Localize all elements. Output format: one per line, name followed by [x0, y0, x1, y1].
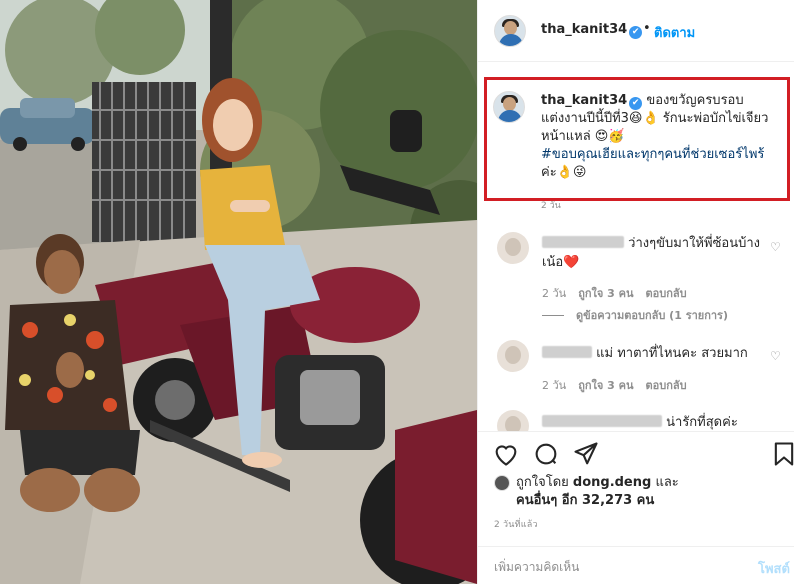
- post-side-panel: tha_kanit34 ✔ • ติดตาม tha_kanit34 ✔ ของขว…: [477, 0, 794, 584]
- caption-username[interactable]: tha_kanit34 ✔: [541, 93, 643, 110]
- post-comment-button[interactable]: โพสต์: [758, 558, 790, 579]
- comment-avatar[interactable]: [497, 340, 529, 372]
- comment-avatar[interactable]: [497, 232, 529, 264]
- post-caption: tha_kanit34 ✔ ของขวัญครบรอบแต่งงานปีนี้ปี…: [541, 92, 781, 182]
- caption-hashtag[interactable]: #ขอบคุณเฮียและทุกๆคนที่ช่วยเซอร์ไพร้: [541, 147, 764, 162]
- likes-count[interactable]: คนอื่นๆ อีก 32,273 คน: [516, 493, 654, 508]
- heart-outline-icon[interactable]: ♡: [770, 240, 781, 254]
- comment-likes[interactable]: ถูกใจ 3 คน: [578, 287, 633, 300]
- share-icon[interactable]: [572, 440, 600, 468]
- separator-dot: •: [643, 21, 651, 36]
- reply-button[interactable]: ตอบกลับ: [646, 287, 687, 300]
- reply-button[interactable]: ตอบกลับ: [646, 379, 687, 392]
- add-comment-bar: เพิ่มความคิดเห็น โพสต์: [478, 546, 794, 584]
- blurred-username: [542, 415, 662, 427]
- comment-input[interactable]: เพิ่มความคิดเห็น: [494, 558, 579, 577]
- instagram-post-view: tha_kanit34 ✔ • ติดตาม tha_kanit34 ✔ ของขว…: [0, 0, 794, 584]
- post-header: tha_kanit34 ✔ • ติดตาม: [478, 0, 794, 62]
- liker-avatar[interactable]: [494, 475, 510, 491]
- post-photo[interactable]: [0, 0, 477, 584]
- comment-text: น่ารักที่สุดค่ะ: [542, 413, 762, 432]
- photo-illustration: [0, 0, 477, 584]
- caption-time: 2 วัน: [541, 201, 561, 211]
- comment-meta: 2 วัน ถูกใจ 3 คน ตอบกลับ: [542, 287, 687, 300]
- comment-text: ว่างๆขับมาให้พี่ซ้อนบ้างเน้อ❤️: [542, 236, 760, 270]
- comment-icon[interactable]: [532, 440, 560, 468]
- comment-text: แม่ ทาตาที่ไหนคะ สวยมาก: [542, 344, 762, 363]
- blurred-username: [542, 236, 624, 248]
- view-replies-button[interactable]: ดูข้อความตอบกลับ (1 รายการ): [542, 306, 728, 324]
- comment-likes[interactable]: ถูกใจ 3 คน: [578, 379, 633, 392]
- verified-badge-icon: ✔: [629, 97, 643, 110]
- liker-username[interactable]: dong.deng: [573, 475, 651, 490]
- post-actions: [478, 431, 794, 475]
- verified-badge-icon: ✔: [629, 26, 643, 39]
- follow-button[interactable]: ติดตาม: [654, 22, 695, 43]
- blurred-username: [542, 346, 592, 358]
- post-timestamp: 2 วันที่แล้ว: [494, 520, 538, 530]
- author-avatar[interactable]: [494, 15, 526, 47]
- heart-icon[interactable]: [492, 440, 520, 468]
- author-username[interactable]: tha_kanit34 ✔: [541, 22, 643, 39]
- comment-meta: 2 วัน ถูกใจ 3 คน ตอบกลับ: [542, 379, 687, 392]
- bookmark-icon[interactable]: [770, 440, 794, 468]
- caption-suffix: ค่ะ👌😜: [541, 165, 587, 180]
- caption-avatar[interactable]: [493, 91, 525, 123]
- heart-outline-icon[interactable]: ♡: [770, 349, 781, 363]
